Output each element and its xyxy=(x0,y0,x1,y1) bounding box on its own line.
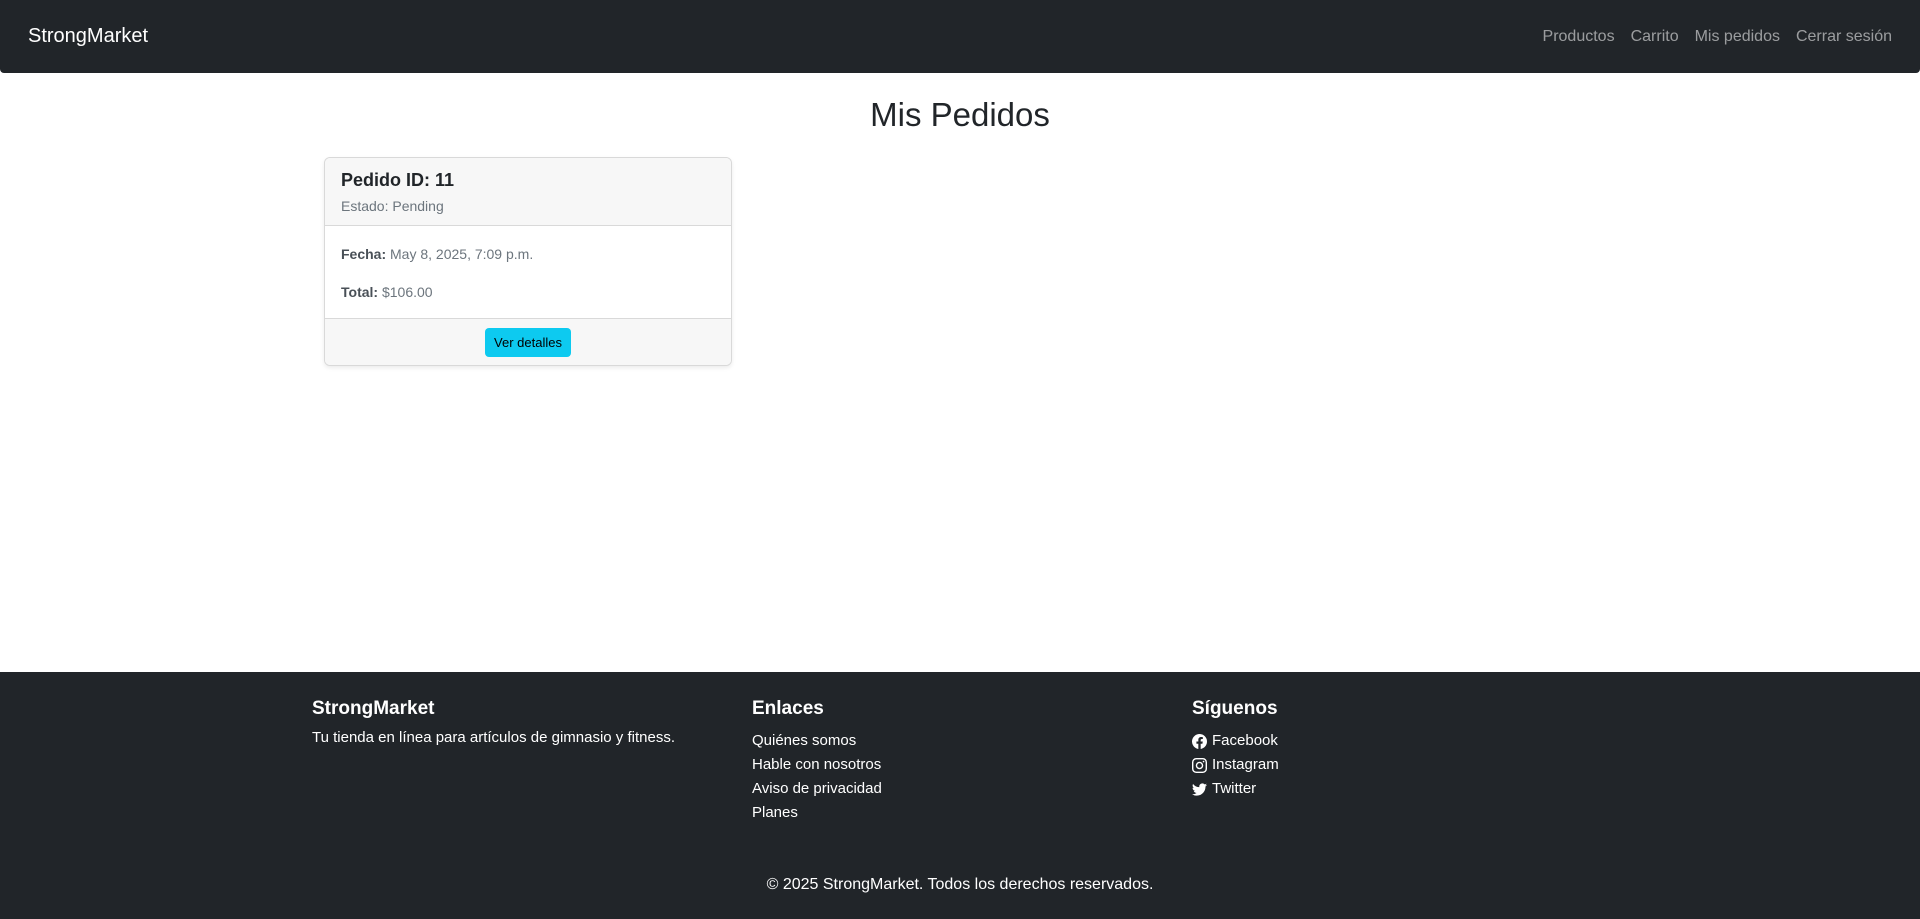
order-card-body: Fecha: May 8, 2025, 7:09 p.m. Total: $10… xyxy=(325,226,731,318)
page-title: Mis Pedidos xyxy=(870,96,1050,133)
nav-link-carrito[interactable]: Carrito xyxy=(1631,28,1679,46)
brand-link[interactable]: StrongMarket xyxy=(28,25,148,48)
footer-link-planes[interactable]: Planes xyxy=(752,804,798,821)
order-card: Pedido ID: 11 Estado: Pending Fecha: May… xyxy=(324,157,732,366)
footer-social-title: Síguenos xyxy=(1192,698,1278,719)
footer-link-item: Planes xyxy=(752,801,882,825)
footer-link-item: Quiénes somos xyxy=(752,729,882,753)
order-id: Pedido ID: 11 xyxy=(341,170,455,190)
order-card-header: Pedido ID: 11 Estado: Pending xyxy=(325,158,731,226)
view-details-button[interactable]: Ver detalles xyxy=(485,328,571,357)
footer-link-item: Hable con nosotros xyxy=(752,753,882,777)
twitter-icon xyxy=(1192,782,1207,796)
footer-about-text: Tu tienda en línea para artículos de gim… xyxy=(312,729,675,746)
footer-link-aviso-de-privacidad[interactable]: Aviso de privacidad xyxy=(752,780,882,797)
facebook-icon xyxy=(1192,733,1207,749)
facebook-label: Facebook xyxy=(1212,732,1278,749)
footer-social-item: Instagram xyxy=(1192,753,1279,777)
instagram-label: Instagram xyxy=(1212,756,1279,773)
order-status: Estado: Pending xyxy=(341,198,444,214)
facebook-link[interactable]: Facebook xyxy=(1192,729,1279,753)
nav-link-productos[interactable]: Productos xyxy=(1543,28,1615,46)
footer-about: StrongMarket Tu tienda en línea para art… xyxy=(312,698,675,746)
footer-links: Enlaces Quiénes somos Hable con nosotros… xyxy=(752,698,882,825)
nav-link-mis-pedidos[interactable]: Mis pedidos xyxy=(1695,28,1780,46)
footer-about-title: StrongMarket xyxy=(312,698,435,719)
footer-social-list: Facebook Instagram Twitter xyxy=(1192,729,1279,801)
footer-link-quienes-somos[interactable]: Quiénes somos xyxy=(752,732,856,749)
footer-links-list: Quiénes somos Hable con nosotros Aviso d… xyxy=(752,729,882,825)
site-footer: StrongMarket Tu tienda en línea para art… xyxy=(0,672,1920,919)
footer-social-item: Facebook xyxy=(1192,729,1279,753)
order-date-value: May 8, 2025, 7:09 p.m. xyxy=(390,246,534,262)
copyright-text: © 2025 StrongMarket. Todos los derechos … xyxy=(766,876,1154,893)
order-date-label: Fecha: xyxy=(341,246,387,262)
order-total-label: Total: xyxy=(341,284,379,300)
order-total-row: Total: $106.00 xyxy=(341,282,715,302)
instagram-link[interactable]: Instagram xyxy=(1192,753,1279,777)
instagram-icon xyxy=(1192,757,1207,773)
twitter-label: Twitter xyxy=(1212,780,1257,797)
footer-link-hable-con-nosotros[interactable]: Hable con nosotros xyxy=(752,756,881,773)
order-total-value: $106.00 xyxy=(381,284,433,300)
footer-social-item: Twitter xyxy=(1192,777,1279,801)
order-date-row: Fecha: May 8, 2025, 7:09 p.m. xyxy=(341,244,715,264)
top-navbar: StrongMarket Productos Carrito Mis pedid… xyxy=(0,0,1920,73)
footer-links-title: Enlaces xyxy=(752,698,824,719)
nav-link-cerrar-sesion[interactable]: Cerrar sesión xyxy=(1796,28,1892,46)
footer-social: Síguenos Facebook Instagram Twitter xyxy=(1192,698,1279,801)
order-card-footer: Ver detalles xyxy=(325,318,731,365)
footer-link-item: Aviso de privacidad xyxy=(752,777,882,801)
nav-links: Productos Carrito Mis pedidos Cerrar ses… xyxy=(1543,28,1892,46)
twitter-link[interactable]: Twitter xyxy=(1192,777,1279,801)
